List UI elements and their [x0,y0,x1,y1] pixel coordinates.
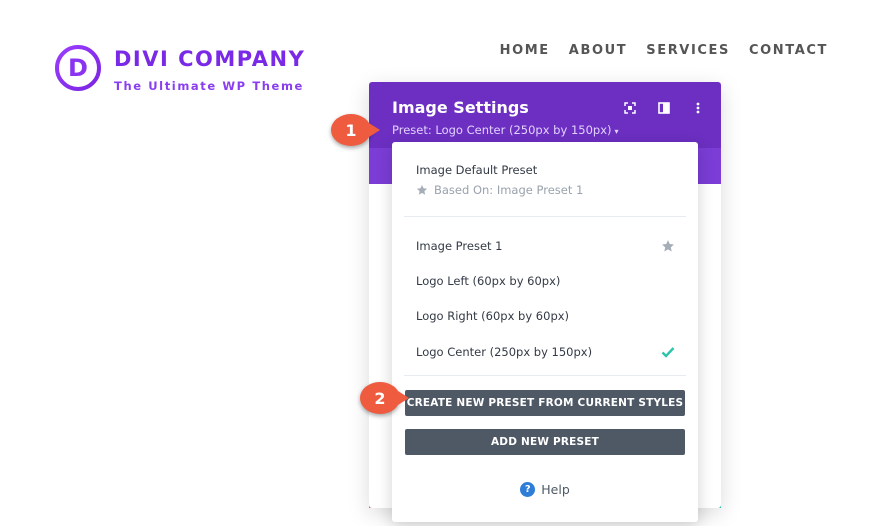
step-badge-1: 1 [331,114,380,146]
caret-down-icon: ▾ [614,127,619,136]
preset-selector[interactable]: Preset: Logo Center (250px by 150px) ▾ [392,123,619,137]
modal-header: Image Settings Preset: Logo Center (250p… [369,82,721,148]
preset-item-label: Logo Right (60px by 60px) [416,309,570,323]
preset-item-logo-right[interactable]: Logo Right (60px by 60px) [392,299,698,334]
preset-item-label: Logo Left (60px by 60px) [416,274,561,288]
preset-selector-label: Preset: Logo Center (250px by 150px) [392,123,612,137]
nav-home[interactable]: HOME [500,43,550,58]
preset-item-image-preset-1[interactable]: Image Preset 1 [392,229,698,264]
modal-title: Image Settings [392,98,529,117]
site-logo[interactable]: D DIVI COMPANY The Ultimate WP Theme [54,44,314,100]
star-icon[interactable] [661,239,675,253]
expand-icon[interactable] [621,99,639,117]
help-link[interactable]: ? Help [392,482,698,497]
based-on-label: Based On: Image Preset 1 [434,183,584,197]
preset-item-logo-left[interactable]: Logo Left (60px by 60px) [392,264,698,299]
divider [404,216,686,217]
based-on-row: Based On: Image Preset 1 [416,183,583,197]
add-new-preset-button[interactable]: ADD NEW PRESET [405,429,685,455]
logo-tagline: The Ultimate WP Theme [114,79,304,93]
create-preset-from-styles-button[interactable]: CREATE NEW PRESET FROM CURRENT STYLES [405,390,685,416]
main-nav: HOME ABOUT SERVICES CONTACT [500,43,828,58]
logo-name: DIVI COMPANY [114,47,306,71]
logo-circle-icon: D [55,45,101,91]
help-icon: ? [520,482,536,497]
check-icon [661,347,675,358]
nav-about[interactable]: ABOUT [569,43,627,58]
help-label: Help [541,482,570,497]
preset-dropdown: Image Default Preset Based On: Image Pre… [392,142,698,522]
more-options-icon[interactable] [689,99,707,117]
default-preset-title[interactable]: Image Default Preset [416,163,537,177]
preset-item-logo-center[interactable]: Logo Center (250px by 150px) [392,335,698,370]
star-icon [416,185,428,195]
step-badge-2: 2 [360,382,409,414]
preset-item-label: Logo Center (250px by 150px) [416,345,593,359]
logo-letter: D [68,54,88,82]
nav-services[interactable]: SERVICES [646,43,730,58]
columns-icon[interactable] [655,99,673,117]
divider [404,375,686,376]
header-icons [621,99,707,117]
preset-item-label: Image Preset 1 [416,239,503,253]
nav-contact[interactable]: CONTACT [749,43,828,58]
